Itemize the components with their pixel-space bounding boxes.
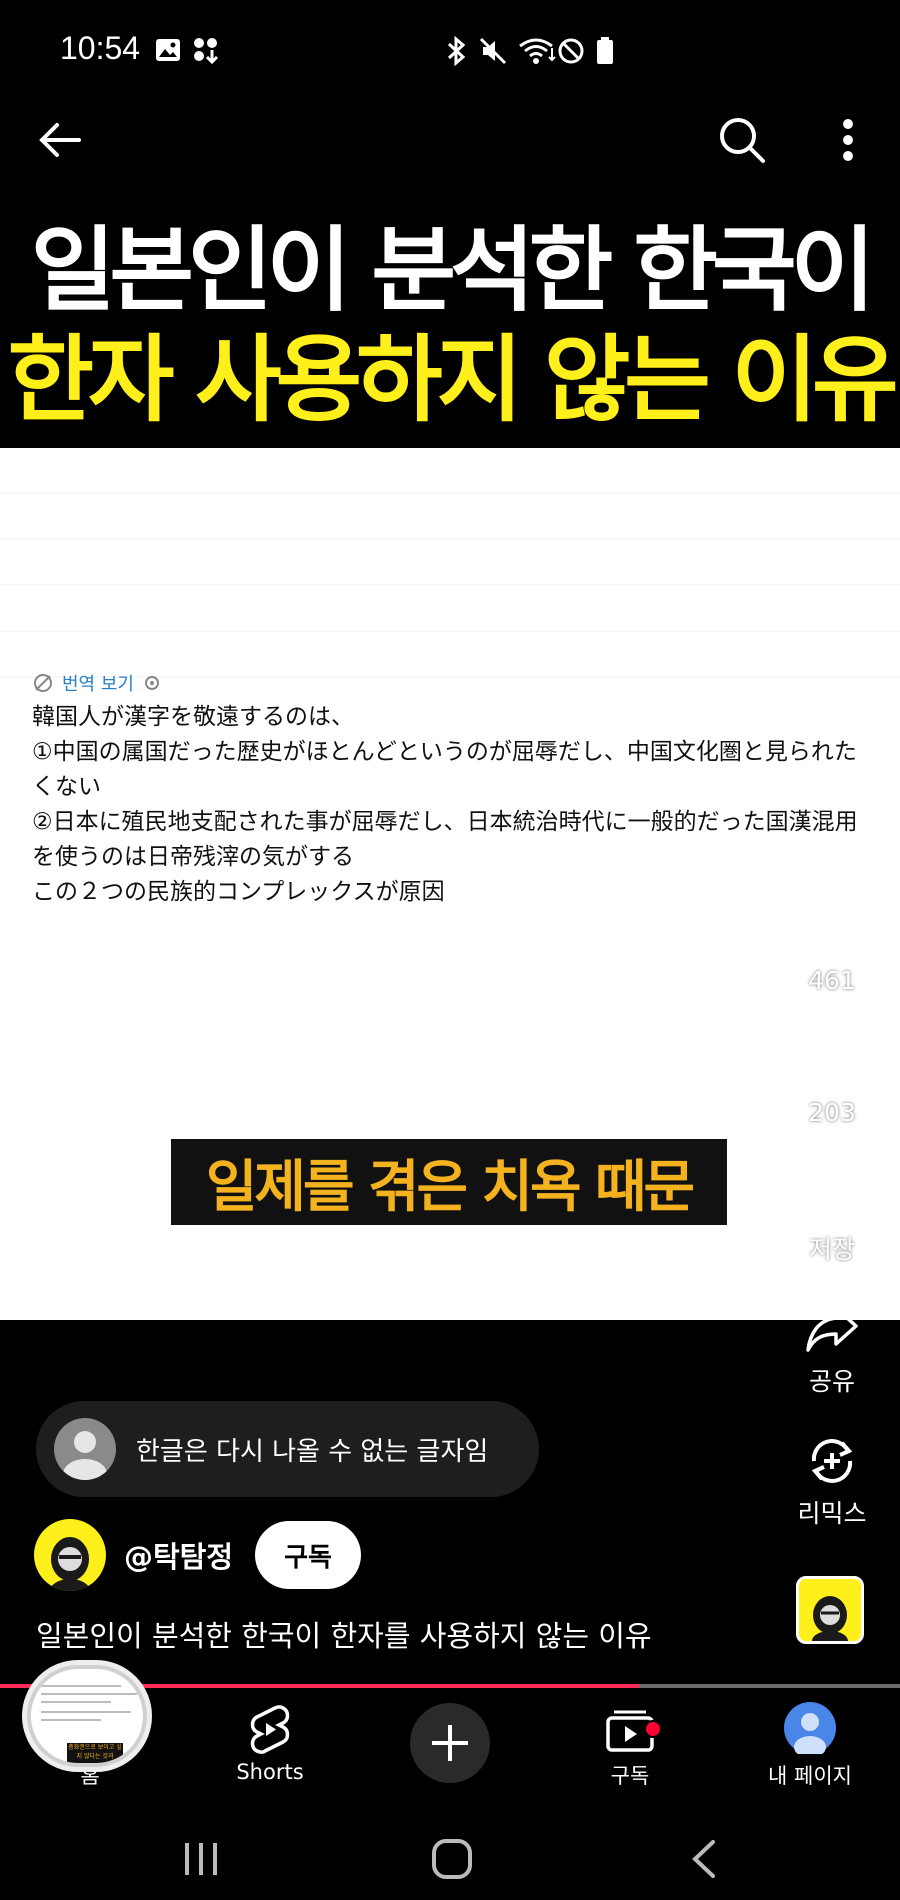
video-headline: 일본인이 분석한 한국이 한자 사용하지 않는 이유 (0, 180, 900, 448)
shorts-icon (250, 1705, 290, 1754)
sound-thumbnail[interactable] (796, 1576, 864, 1644)
back-icon (692, 1840, 715, 1878)
translate-icon (34, 674, 52, 692)
video-title[interactable]: 일본인이 분석한 한국이 한자를 사용하지 않는 이유 (36, 1613, 652, 1655)
recent-apps-icon (185, 1843, 217, 1875)
post-line: ①中国の属国だった歴史がほとんどというのが屈辱だし、中国文化圏と見られたくない (32, 739, 857, 800)
avatar (54, 1418, 116, 1480)
post-line: この２つの民族的コンプレックスが原因 (32, 879, 445, 905)
channel-row: @탁탐정 구독 (34, 1519, 362, 1591)
post-line: ②日本に殖民地支配された事が屈辱だし、日本統治時代に一般的だった国漢混用を使うの… (32, 809, 858, 870)
gear-icon (144, 676, 159, 690)
status-time: 10:54 (60, 30, 141, 66)
remix-button[interactable]: 리믹스 (782, 1430, 882, 1530)
mini-player-caption: 충화권으로 보이고 싶지 않다는 것과 (67, 1743, 123, 1763)
share-label: 공유 (808, 1367, 855, 1396)
translate-row: 번역 보기 (32, 670, 162, 696)
like-count: 461 (808, 966, 856, 995)
translate-label: 번역 보기 (62, 674, 134, 695)
more-options-button[interactable] (818, 110, 878, 170)
video-caption: 일제를 겪은 치욕 때문 (171, 1139, 727, 1225)
image-icon (154, 36, 184, 66)
plus-icon (432, 1725, 468, 1761)
post-body: 韓国人が漢字を敬遠するのは、 ①中国の属国だった歴史がほとんどというのが屈辱だし… (32, 700, 872, 910)
system-home-button[interactable] (422, 1834, 482, 1884)
channel-name[interactable]: @탁탐정 (124, 1534, 233, 1576)
app-download-icon (192, 36, 222, 66)
top-app-bar (0, 100, 900, 180)
back-button[interactable] (30, 110, 90, 170)
search-icon (720, 118, 765, 163)
like-button[interactable]: 461 (782, 902, 882, 995)
profile-avatar-icon (784, 1702, 836, 1754)
nav-label: 구독 (610, 1764, 650, 1788)
mute-icon (478, 36, 508, 66)
search-button[interactable] (712, 110, 772, 170)
back-arrow-icon (39, 123, 81, 157)
system-back-button[interactable] (674, 1834, 734, 1884)
save-label: 저장 (808, 1235, 855, 1264)
bluetooth-icon (442, 35, 472, 67)
bookmark-icon (813, 1172, 851, 1222)
status-bar: 10:54 (0, 0, 900, 100)
top-comment[interactable]: 한글은 다시 나올 수 없는 글자임 (36, 1401, 539, 1497)
system-navigation-bar (0, 1820, 900, 1900)
caption-text: 일제를 겪은 치욕 때문 (205, 1154, 695, 1220)
nav-my-page[interactable]: 내 페이지 (730, 1688, 890, 1820)
recent-apps-button[interactable] (171, 1834, 231, 1884)
shorts-video[interactable]: 일본인이 분석한 한국이 한자 사용하지 않는 이유 번역 보기 韓国人が漢字を… (0, 180, 900, 1320)
channel-avatar[interactable] (34, 1519, 106, 1591)
comment-count: 203 (808, 1098, 856, 1127)
do-not-disturb-icon (556, 36, 586, 66)
headline-line-2: 한자 사용하지 않는 이유 (7, 326, 899, 435)
wifi-icon (518, 36, 558, 66)
heart-icon (806, 909, 858, 957)
comments-button[interactable]: 203 (782, 1034, 882, 1127)
comment-icon (808, 1041, 856, 1088)
more-vert-icon (843, 119, 853, 161)
home-button-icon (432, 1839, 472, 1879)
create-button[interactable] (410, 1703, 490, 1783)
comment-text: 한글은 다시 나올 수 없는 글자임 (136, 1436, 489, 1467)
nav-label: 내 페이지 (768, 1764, 852, 1788)
save-button[interactable]: 저장 (782, 1166, 882, 1266)
mini-player[interactable]: 충화권으로 보이고 싶지 않다는 것과 (22, 1660, 152, 1772)
battery-icon (594, 36, 624, 66)
nav-shorts[interactable]: Shorts (190, 1688, 350, 1820)
share-icon (806, 1306, 858, 1352)
notification-dot (644, 1720, 662, 1738)
remix-icon (811, 1439, 853, 1483)
post-line: 韓国人が漢字を敬遠するのは、 (32, 704, 354, 730)
nav-label: Shorts (236, 1760, 304, 1784)
subscribe-button[interactable]: 구독 (255, 1521, 362, 1589)
share-button[interactable]: 공유 (782, 1298, 882, 1398)
nav-subscriptions[interactable]: 구독 (550, 1688, 710, 1820)
remix-label: 리믹스 (797, 1499, 867, 1528)
faint-background-text (0, 448, 900, 688)
